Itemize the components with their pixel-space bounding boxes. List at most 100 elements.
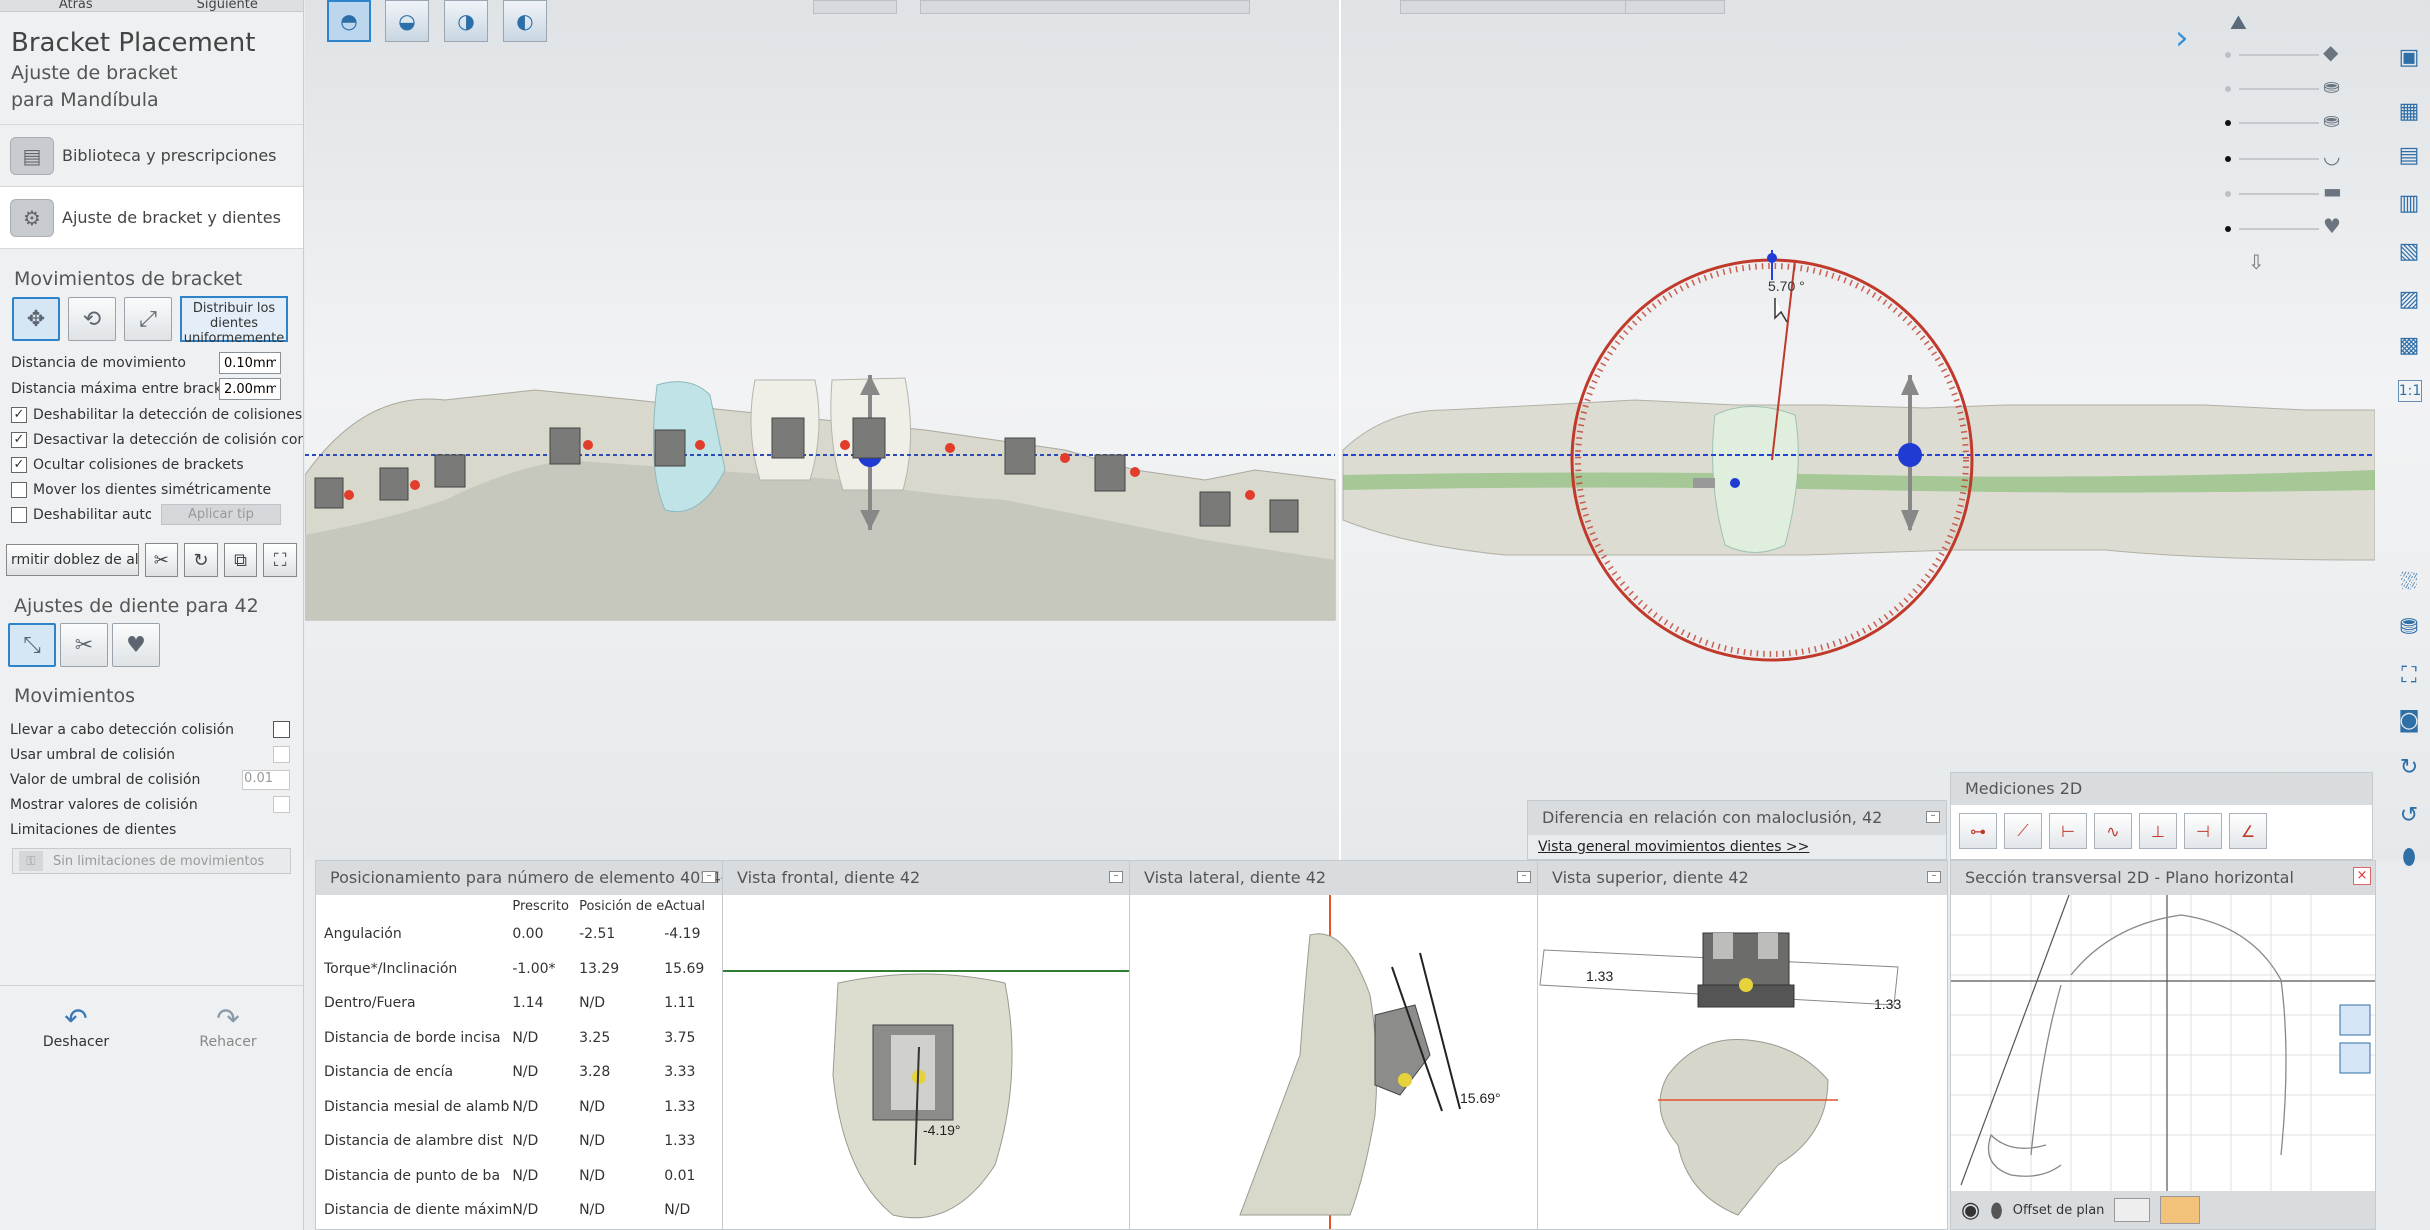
checkbox[interactable] bbox=[273, 721, 290, 738]
top-view-panel[interactable]: Vista superior, diente 42 – 1.33 1.33 bbox=[1537, 860, 1948, 1230]
tooth-axis-icon[interactable]: ⤡ bbox=[8, 623, 56, 667]
checkbox[interactable]: ✓ bbox=[11, 406, 27, 423]
view-toggle-icon[interactable]: ▥ bbox=[2394, 188, 2424, 218]
move-bracket-icon[interactable]: ✥ bbox=[12, 297, 60, 341]
3d-viewport[interactable]: ◓ ◒ ◑ ◐ › 5.70 ° ▣ ▦ ▤ ▥ ▧ ▨ ▩ 1:1 ⛆ ⛃ ⛶… bbox=[305, 0, 2430, 870]
minimize-icon[interactable]: – bbox=[1927, 871, 1941, 883]
curve-measure-icon[interactable]: ∿ bbox=[2094, 813, 2132, 849]
tilt-bracket-icon[interactable]: ⤢ bbox=[124, 297, 172, 341]
view-toggle-icon[interactable]: ▩ bbox=[2394, 330, 2424, 360]
measurement-tools: ⊶ ⟋ ⊢ ∿ ⊥ ⊣ ∠ bbox=[1951, 805, 2372, 857]
checkbox-row[interactable]: ✓ Deshabilitar la detección de colisiones… bbox=[0, 402, 303, 427]
back-button[interactable]: Atrás bbox=[0, 0, 152, 11]
perpendicular-measure-icon[interactable]: ⊥ bbox=[2139, 813, 2177, 849]
bracket-view-icon[interactable]: ⛃ bbox=[2394, 612, 2424, 642]
tooth-icon[interactable]: ⬮ bbox=[2394, 842, 2424, 872]
wire-cut-icon[interactable]: ✂ bbox=[144, 543, 179, 577]
color-dropdown[interactable] bbox=[2160, 1196, 2201, 1224]
lateral-view-panel[interactable]: Vista lateral, diente 42 – 15.69° bbox=[1129, 860, 1538, 1230]
page-title: Bracket Placement bbox=[11, 28, 256, 58]
checkbox[interactable] bbox=[11, 506, 27, 523]
minimize-icon[interactable]: – bbox=[702, 871, 716, 883]
opacity-slider[interactable]: ◡ bbox=[2225, 144, 2345, 168]
opacity-slider[interactable]: ⛂ bbox=[2225, 74, 2345, 98]
minimize-icon[interactable]: – bbox=[1517, 871, 1531, 883]
opacity-slider[interactable]: ⛂ bbox=[2225, 108, 2345, 132]
table-cell: 0.00 bbox=[512, 926, 544, 943]
bracket-adjust-icon: ⚙ bbox=[10, 198, 54, 237]
nav-item-bracket-adjust[interactable]: ⚙ Ajuste de bracket y dientes bbox=[0, 186, 303, 248]
table-cell: 13.29 bbox=[579, 960, 620, 977]
midline-measure-icon[interactable]: ⊣ bbox=[2184, 813, 2222, 849]
line-measure-icon[interactable]: ⊢ bbox=[2049, 813, 2087, 849]
close-icon[interactable]: × bbox=[2353, 867, 2371, 885]
minimize-icon[interactable]: – bbox=[1109, 871, 1123, 883]
slider-icon: ♥ bbox=[2323, 214, 2341, 238]
bracket-swap-icon[interactable]: ⧉ bbox=[223, 543, 258, 577]
undo-button[interactable]: ↶ Deshacer bbox=[0, 986, 152, 1065]
view-toggle-icon[interactable]: ▤ bbox=[2394, 140, 2424, 170]
table-cell: 3.75 bbox=[664, 1029, 696, 1046]
distribute-teeth-button[interactable]: Distribuir los dientes uniformemente bbox=[180, 296, 288, 346]
reset-icon[interactable]: ↻ bbox=[184, 543, 218, 577]
camera-icon[interactable]: ◙ bbox=[2394, 705, 2424, 735]
checkbox[interactable]: ✓ bbox=[11, 431, 27, 448]
threshold-spinner[interactable]: 0.01 bbox=[242, 769, 290, 790]
table-row: Torque*/Inclinación -1.00* 13.29 15.69 bbox=[324, 952, 722, 987]
max-distance-input[interactable] bbox=[219, 378, 281, 400]
front-view-panel[interactable]: Vista frontal, diente 42 – -4.19° bbox=[722, 860, 1130, 1230]
table-row: Distancia de alambre dist N/D N/D 1.33 bbox=[324, 1124, 722, 1159]
offset-input[interactable] bbox=[2114, 1198, 2151, 1222]
reset-view-icon[interactable]: ↺ bbox=[2394, 800, 2424, 830]
move-distance-input[interactable] bbox=[219, 352, 281, 374]
fit-icon[interactable]: 1:1 bbox=[2398, 380, 2422, 402]
next-button[interactable]: Siguiente bbox=[152, 0, 304, 11]
table-row: Distancia de encía N/D 3.28 3.33 bbox=[324, 1055, 722, 1090]
nav-item-library[interactable]: ▤ Biblioteca y prescripciones bbox=[0, 124, 303, 186]
redo-button[interactable]: ↷ Rehacer bbox=[152, 986, 304, 1065]
opacity-slider[interactable]: ▬ bbox=[2225, 179, 2345, 203]
minimize-icon[interactable]: – bbox=[1926, 811, 1940, 823]
view-toggle-icon[interactable]: ▦ bbox=[2394, 96, 2424, 126]
tooth-shape-icon[interactable]: ♥ bbox=[112, 623, 160, 667]
table-cell: Distancia mesial de alamb bbox=[324, 1098, 510, 1115]
view-toggle-icon[interactable]: ▧ bbox=[2394, 236, 2424, 266]
cross-section-panel[interactable]: Sección transversal 2D - Plano horizonta… bbox=[1950, 860, 2376, 1230]
checkbox-row[interactable]: ✓ Desactivar la detección de colisión con… bbox=[0, 427, 303, 452]
checkbox-row[interactable]: Mover los dientes simétricamente bbox=[0, 477, 303, 502]
angle-readout: 5.70 ° bbox=[1768, 278, 1805, 294]
polyline-measure-icon[interactable]: ⟋ bbox=[2004, 813, 2042, 849]
angle-measure-icon[interactable]: ∠ bbox=[2229, 813, 2267, 849]
rotate-bracket-icon[interactable]: ⟲ bbox=[68, 297, 116, 341]
redo-label: Rehacer bbox=[199, 1033, 257, 1050]
bracket-attach-icon[interactable]: ⛶ bbox=[263, 543, 298, 577]
bracket-view-icon[interactable]: ⛆ bbox=[2394, 567, 2424, 597]
tooth-icon[interactable]: ⬮ bbox=[1990, 1198, 2003, 1222]
rotate-icon[interactable]: ↻ bbox=[2394, 752, 2424, 782]
wire-bend-button[interactable]: rmitir doblez de alamb bbox=[6, 544, 139, 576]
opacity-slider[interactable]: ◆ bbox=[2225, 40, 2345, 64]
panel-title: Vista lateral, diente 42 bbox=[1144, 868, 1327, 887]
lateral-view-render: 15.69° bbox=[1239, 895, 1501, 1229]
dental-scene[interactable]: 5.70 ° bbox=[305, 0, 2375, 860]
checkbox[interactable] bbox=[273, 796, 290, 813]
tooth-view-icon[interactable]: ⛶ bbox=[2394, 660, 2424, 690]
eye-icon[interactable]: ◉ bbox=[1961, 1198, 1980, 1223]
checkbox[interactable] bbox=[273, 746, 290, 763]
limit-dropdown[interactable]: ⚿ Sin limitaciones de movimientos bbox=[12, 848, 291, 874]
table-cell: Distancia de diente máxim bbox=[324, 1202, 513, 1219]
checkbox[interactable]: ✓ bbox=[11, 456, 27, 473]
tooth-cut-icon[interactable]: ✂ bbox=[60, 623, 108, 667]
checkbox[interactable] bbox=[11, 481, 27, 498]
apply-tip-button[interactable]: Aplicar tip bbox=[161, 504, 281, 525]
opacity-slider[interactable]: ♥ bbox=[2225, 214, 2345, 238]
movement-overview-link[interactable]: Vista general movimientos dientes >> bbox=[1528, 835, 1946, 859]
view-toggle-icon[interactable]: ▨ bbox=[2394, 284, 2424, 314]
checkbox-row[interactable]: ✓ Ocultar colisiones de brackets bbox=[0, 452, 303, 477]
checkbox-row[interactable]: Deshabilitar auto-enc Aplicar tip bbox=[0, 502, 303, 527]
table-cell: N/D bbox=[512, 1202, 539, 1219]
view-toggle-icon[interactable]: ▣ bbox=[2394, 42, 2424, 72]
distance-measure-icon[interactable]: ⊶ bbox=[1959, 813, 1997, 849]
table-cell: 1.33 bbox=[664, 1098, 696, 1115]
table-cell: N/D bbox=[579, 1133, 606, 1150]
